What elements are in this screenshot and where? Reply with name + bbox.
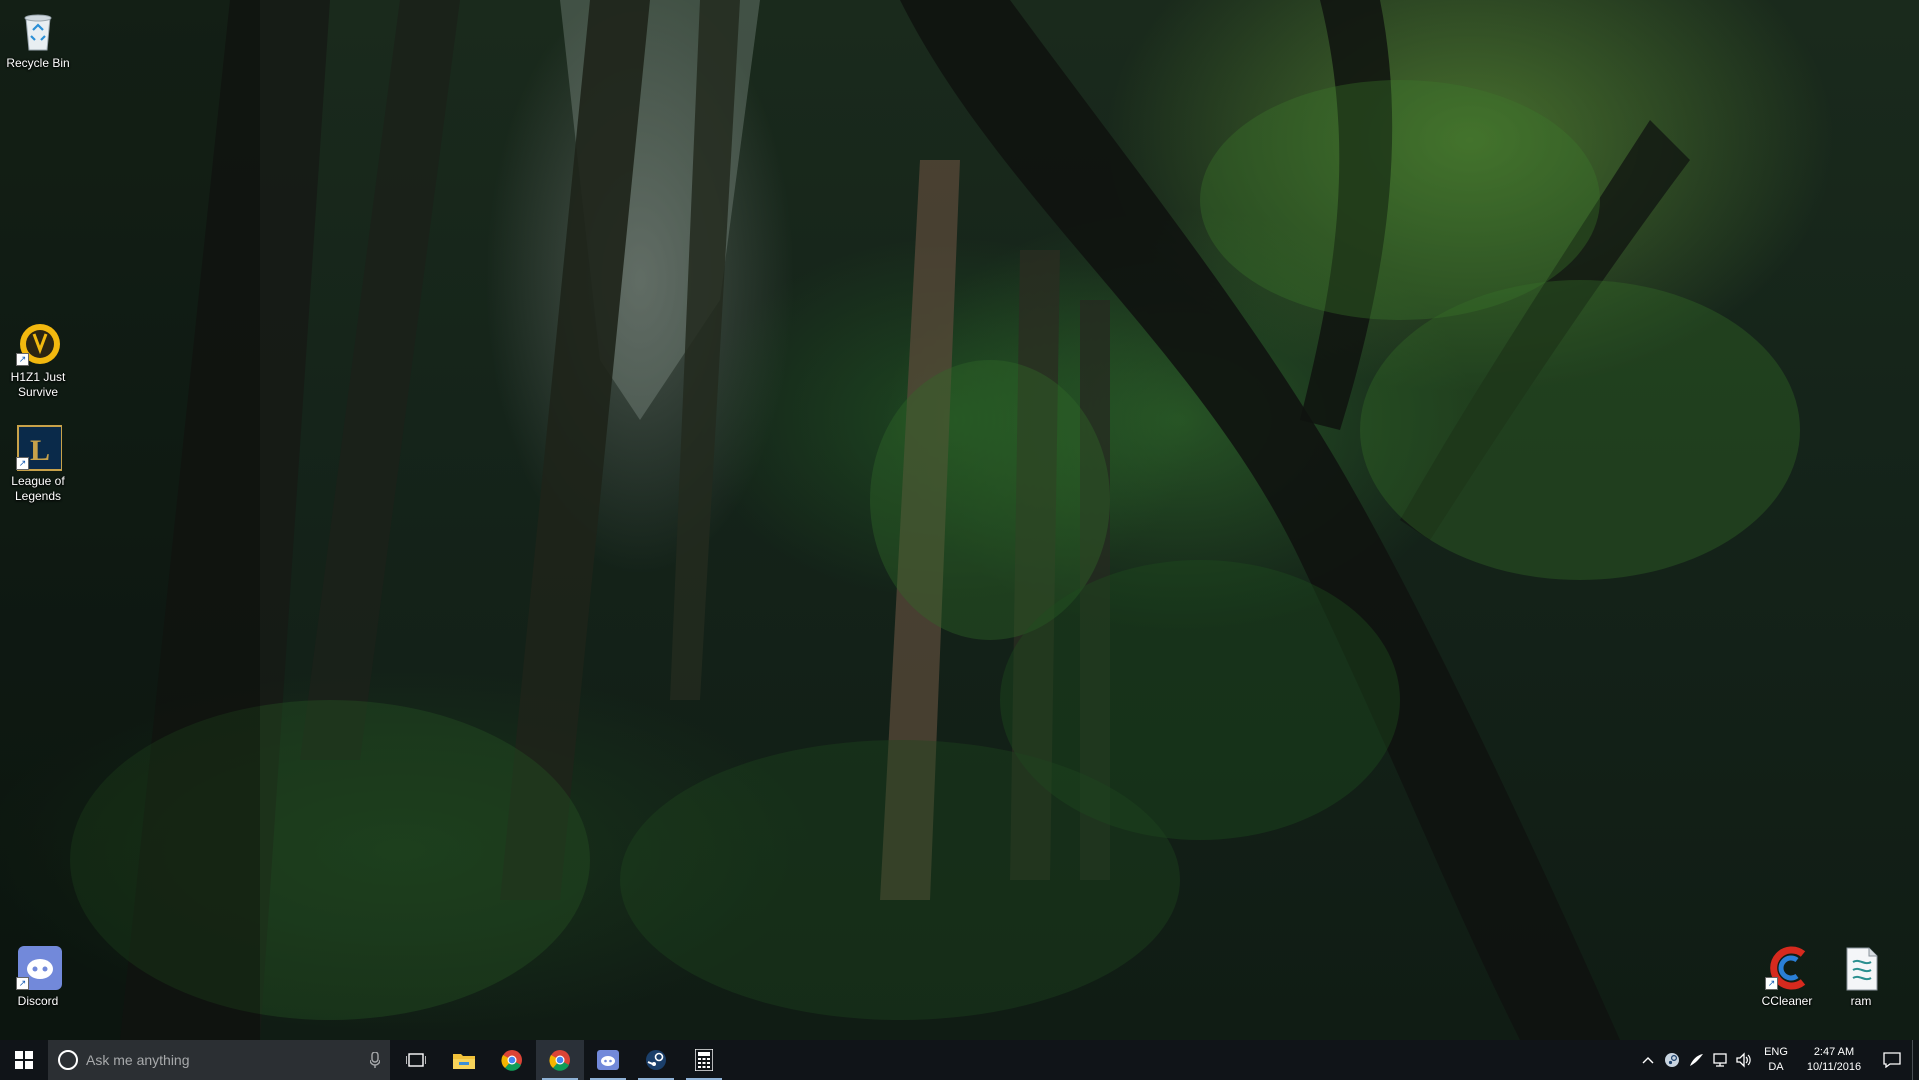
cortana-icon [58,1050,78,1070]
taskbar-chrome-running[interactable] [536,1040,584,1080]
tray-network[interactable] [1708,1040,1732,1080]
forest-wallpaper-image [0,0,1800,1040]
taskbar-calculator[interactable] [680,1040,728,1080]
league-of-legends-icon: L ↗ [14,424,63,472]
desktop-icon-label: Discord [17,994,59,1008]
file-explorer-icon [453,1054,475,1069]
svg-text:L: L [30,434,50,467]
desktop-icon-league-of-legends[interactable]: L ↗ League of Legends [0,424,76,504]
shortcut-arrow-icon: ↗ [1765,977,1778,990]
desktop-icon-h1z1[interactable]: ↗ H1Z1 Just Survive [0,320,76,400]
clock-time: 2:47 AM [1813,1046,1855,1058]
task-view-icon [406,1053,426,1067]
steam-icon [646,1050,666,1070]
taskbar-steam[interactable] [632,1040,680,1080]
desktop-wallpaper: Recycle Bin ↗ H1Z1 Just Survive L ↗ Leag… [0,0,1919,1040]
search-placeholder: Ask me anything [86,1052,190,1068]
show-desktop-button[interactable] [1912,1040,1919,1080]
desktop-icon-discord[interactable]: ↗ Discord [0,944,76,1009]
show-hidden-icons-button[interactable] [1636,1040,1660,1080]
tray-volume[interactable] [1732,1040,1756,1080]
taskbar-chrome[interactable] [488,1040,536,1080]
desktop-icon-label: League of Legends [11,474,65,503]
clock-date: 10/11/2016 [1806,1061,1862,1073]
keyboard-layout-code: DA [1768,1061,1784,1073]
taskbar-file-explorer[interactable] [440,1040,488,1080]
taskbar-clock[interactable]: 2:47 AM 10/11/2016 [1796,1045,1872,1075]
shortcut-arrow-icon: ↗ [16,353,29,366]
action-center-button[interactable] [1872,1040,1912,1080]
input-language-indicator[interactable]: ENG DA [1756,1045,1796,1075]
tray-discord[interactable] [1684,1040,1708,1080]
ccleaner-icon: ↗ [1763,944,1811,992]
chrome-icon [549,1050,570,1071]
shortcut-arrow-icon: ↗ [16,457,29,470]
recycle-bin-icon [14,6,62,54]
windows-logo-icon [15,1051,33,1069]
cortana-search-box[interactable]: Ask me anything [48,1040,390,1080]
desktop-icon-label: H1Z1 Just Survive [10,370,66,399]
language-code: ENG [1764,1046,1788,1058]
desktop-icon-label: ram [1850,994,1872,1008]
feather-tray-icon [1690,1054,1703,1066]
speaker-icon [1736,1052,1751,1068]
steam-icon [1665,1053,1679,1067]
desktop-icon-ram[interactable]: ram [1823,944,1899,1009]
desktop-icon-label: CCleaner [1761,994,1813,1008]
desktop-icon-label: Recycle Bin [6,56,70,70]
h1z1-icon: ↗ [14,320,62,368]
desktop-icon-recycle-bin[interactable]: Recycle Bin [0,6,76,71]
chevron-up-icon [1642,1057,1654,1064]
start-button[interactable] [0,1040,48,1080]
network-icon [1713,1053,1727,1067]
task-view-button[interactable] [392,1040,440,1080]
shortcut-arrow-icon: ↗ [16,977,29,990]
discord-icon: ↗ [14,944,62,992]
chrome-icon [501,1050,522,1071]
system-tray: ENG DA 2:47 AM 10/11/2016 [1636,1040,1919,1080]
notification-icon [1883,1052,1901,1068]
taskbar: Ask me anything ENG DA 2:47 AM 10/11/201… [0,1040,1919,1080]
calculator-icon [695,1049,713,1071]
text-document-icon [1837,944,1885,992]
taskbar-discord[interactable] [584,1040,632,1080]
tray-steam[interactable] [1660,1040,1684,1080]
desktop-icon-ccleaner[interactable]: ↗ CCleaner [1749,944,1825,1009]
microphone-icon[interactable] [360,1052,390,1068]
discord-icon [597,1050,619,1070]
